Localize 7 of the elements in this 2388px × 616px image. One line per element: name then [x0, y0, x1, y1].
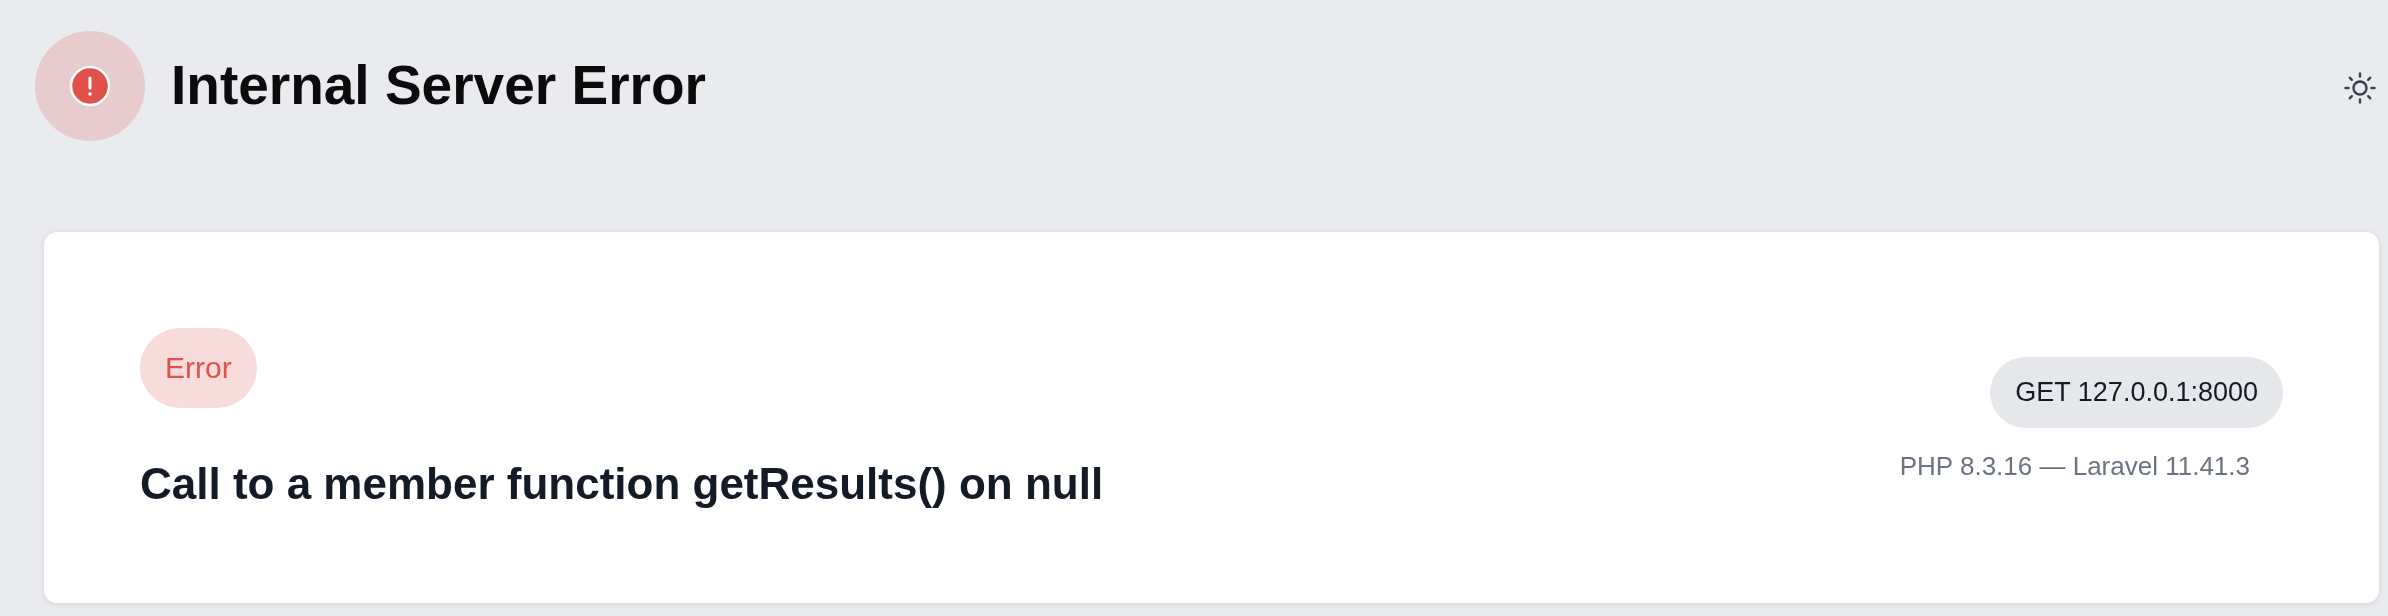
exception-type-badge: Error [140, 328, 257, 408]
error-message: Call to a member function getResults() on null [140, 458, 1104, 510]
exclamation-icon [35, 31, 145, 141]
request-badge: GET 127.0.0.1:8000 [1990, 356, 2283, 428]
version-text: PHP 8.3.16 — Laravel 11.41.3 [1899, 451, 2250, 482]
sun-icon[interactable] [2344, 72, 2376, 104]
page-title: Internal Server Error [171, 54, 706, 118]
